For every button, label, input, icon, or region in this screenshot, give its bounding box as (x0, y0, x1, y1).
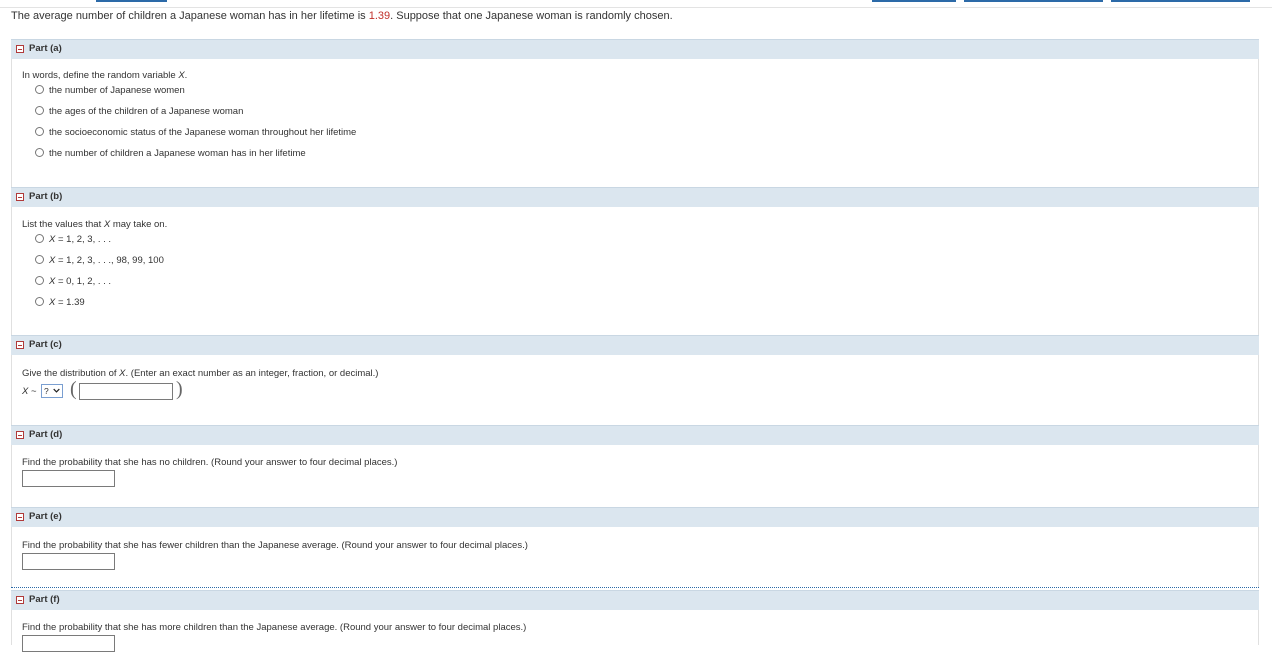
intro-text-end: . Suppose that one Japanese woman is ran… (390, 10, 673, 22)
tilde-symbol: ~ (28, 386, 37, 397)
part-d-body: Find the probability that she has no chi… (11, 445, 1259, 507)
open-paren: ( (70, 378, 77, 400)
part-c-title: Part (c) (29, 339, 62, 350)
distribution-select[interactable]: ? (41, 384, 63, 398)
part-b-option-4[interactable]: X = 1.39 (35, 297, 85, 309)
part-f-header[interactable]: Part (f) (11, 590, 1259, 610)
part-f-body: Find the probability that she has more c… (11, 610, 1259, 652)
radio-button[interactable] (35, 276, 44, 285)
radio-button[interactable] (35, 148, 44, 157)
part-b-header[interactable]: Part (b) (11, 187, 1259, 207)
option-label: = 0, 1, 2, . . . (55, 276, 112, 287)
top-button-edge (964, 0, 1103, 2)
part-b-body: List the values that X may take on. X = … (11, 207, 1259, 335)
collapse-icon[interactable] (16, 193, 24, 201)
radio-button[interactable] (35, 255, 44, 264)
prompt-text: List the values that (22, 219, 104, 230)
part-a-option-1[interactable]: the number of Japanese women (35, 85, 185, 97)
part-a-body: In words, define the random variable X. … (11, 59, 1259, 187)
part-c-header[interactable]: Part (c) (11, 335, 1259, 355)
option-label: = 1, 2, 3, . . . (55, 234, 112, 245)
collapse-icon[interactable] (16, 513, 24, 521)
prompt-text-end: may take on. (110, 219, 168, 230)
part-a-option-3[interactable]: the socioeconomic status of the Japanese… (35, 127, 356, 139)
top-button-edge (872, 0, 956, 2)
collapse-icon[interactable] (16, 341, 24, 349)
part-b-option-1[interactable]: X = 1, 2, 3, . . . (35, 234, 111, 246)
radio-button[interactable] (35, 297, 44, 306)
part-d-header[interactable]: Part (d) (11, 425, 1259, 445)
part-b-option-3[interactable]: X = 0, 1, 2, . . . (35, 276, 111, 288)
distribution-parameter-input[interactable] (79, 383, 173, 400)
prompt-text: In words, define the random variable (22, 70, 179, 81)
part-a-option-2[interactable]: the ages of the children of a Japanese w… (35, 106, 243, 118)
part-e-body: Find the probability that she has fewer … (11, 527, 1259, 587)
part-f-answer-input[interactable] (22, 635, 115, 652)
part-c-body: Give the distribution of X. (Enter an ex… (11, 355, 1259, 425)
part-a-header[interactable]: Part (a) (11, 39, 1259, 59)
distribution-lhs: X ~ (22, 386, 37, 397)
option-label: = 1.39 (55, 297, 85, 308)
top-tab-indicator (96, 0, 167, 2)
part-e-prompt: Find the probability that she has fewer … (22, 540, 528, 551)
dotted-divider (11, 587, 1259, 588)
part-d-title: Part (d) (29, 429, 63, 440)
question-intro: The average number of children a Japanes… (11, 10, 673, 22)
part-f-prompt: Find the probability that she has more c… (22, 622, 527, 633)
collapse-icon[interactable] (16, 596, 24, 604)
select-value: ? (44, 386, 49, 396)
part-f-title: Part (f) (29, 594, 60, 605)
option-label: the number of children a Japanese woman … (49, 148, 306, 159)
part-e-answer-input[interactable] (22, 553, 115, 570)
part-b-option-2[interactable]: X = 1, 2, 3, . . ., 98, 99, 100 (35, 255, 164, 267)
prompt-text-end: . (Enter an exact number as an integer, … (125, 368, 379, 379)
option-label: the ages of the children of a Japanese w… (49, 106, 244, 117)
part-d-answer-input[interactable] (22, 470, 115, 487)
radio-button[interactable] (35, 106, 44, 115)
close-paren: ) (176, 378, 183, 400)
part-a-title: Part (a) (29, 43, 62, 54)
intro-average-value: 1.39 (368, 10, 391, 22)
radio-button[interactable] (35, 127, 44, 136)
part-b-prompt: List the values that X may take on. (22, 219, 167, 230)
radio-button[interactable] (35, 234, 44, 243)
chevron-down-icon (53, 388, 60, 393)
option-label: the number of Japanese women (49, 85, 185, 96)
radio-button[interactable] (35, 85, 44, 94)
part-e-header[interactable]: Part (e) (11, 507, 1259, 527)
part-b-title: Part (b) (29, 191, 63, 202)
option-label: = 1, 2, 3, . . ., 98, 99, 100 (55, 255, 164, 266)
part-a-option-4[interactable]: the number of children a Japanese woman … (35, 148, 306, 160)
intro-text: The average number of children a Japanes… (11, 10, 369, 22)
option-label: the socioeconomic status of the Japanese… (49, 127, 357, 138)
part-d-prompt: Find the probability that she has no chi… (22, 457, 398, 468)
top-button-edge (1111, 0, 1250, 2)
collapse-icon[interactable] (16, 45, 24, 53)
prompt-text-end: . (184, 70, 188, 81)
top-divider (0, 7, 1272, 8)
part-e-title: Part (e) (29, 511, 62, 522)
collapse-icon[interactable] (16, 431, 24, 439)
part-a-prompt: In words, define the random variable X. (22, 70, 187, 81)
